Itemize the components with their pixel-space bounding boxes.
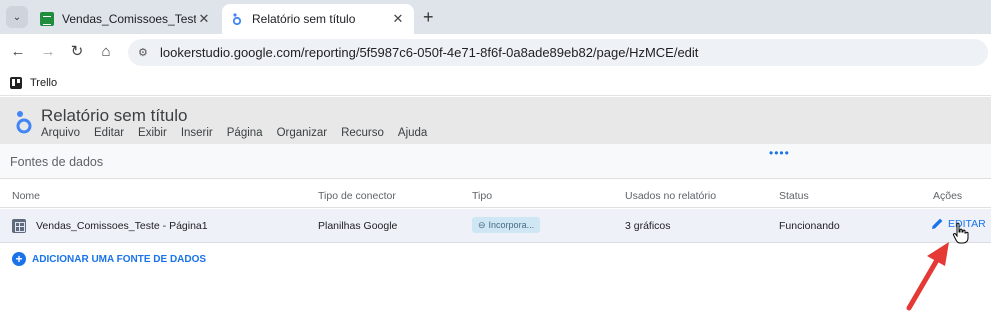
looker-studio-logo-icon[interactable] <box>14 109 32 140</box>
type-chip-label: Incorpora... <box>488 220 535 230</box>
new-tab-icon[interactable]: + <box>423 7 434 28</box>
home-icon[interactable]: ⌂ <box>96 42 116 62</box>
forward-icon[interactable]: → <box>38 42 58 62</box>
menu-exibir[interactable]: Exibir <box>138 127 167 139</box>
menu-inserir[interactable]: Inserir <box>181 127 213 139</box>
menu-pagina[interactable]: Página <box>227 127 263 139</box>
close-icon[interactable]: ✕ <box>196 11 212 27</box>
data-sources-panel-header: •••• Fontes de dados <box>0 144 991 179</box>
column-header-status: Status <box>779 190 809 202</box>
panel-title: Fontes de dados <box>10 155 104 169</box>
close-icon[interactable]: ✕ <box>390 11 406 27</box>
reload-icon[interactable]: ↻ <box>67 42 87 62</box>
add-data-source-label: ADICIONAR UMA FONTE DE DADOS <box>32 253 207 265</box>
drag-handle-icon[interactable]: •••• <box>769 146 790 160</box>
pencil-icon <box>932 218 943 229</box>
bookmark-trello[interactable]: Trello <box>30 77 57 89</box>
menu-recurso[interactable]: Recurso <box>341 127 384 139</box>
add-data-source-button[interactable]: + ADICIONAR UMA FONTE DE DADOS <box>12 252 206 266</box>
menu-ajuda[interactable]: Ajuda <box>398 127 427 139</box>
type-chip: ⊖ Incorpora... <box>472 217 541 233</box>
menu-organizar[interactable]: Organizar <box>277 127 328 139</box>
menu-bar: Arquivo Editar Exibir Inserir Página Org… <box>41 127 441 139</box>
used-in-report: 3 gráficos <box>625 220 671 232</box>
looker-studio-icon <box>230 12 244 26</box>
data-source-name: Vendas_Comissoes_Teste - Página1 <box>36 220 208 232</box>
menu-arquivo[interactable]: Arquivo <box>41 127 80 139</box>
connector-type: Planilhas Google <box>318 220 398 232</box>
column-header-actions: Ações <box>933 190 963 202</box>
app-header: Relatório sem título Arquivo Editar Exib… <box>0 97 991 144</box>
tab-title: Vendas_Comissoes_Teste - Plani <box>62 12 196 26</box>
tab-sheets[interactable]: Vendas_Comissoes_Teste - Plani ✕ <box>32 4 220 34</box>
site-info-icon[interactable]: ⚙ <box>138 46 152 60</box>
menu-editar[interactable]: Editar <box>94 127 124 139</box>
table-row[interactable]: Vendas_Comissoes_Teste - Página1 Planilh… <box>0 209 991 243</box>
column-header-name: Nome <box>12 190 41 202</box>
tab-title: Relatório sem título <box>252 12 356 26</box>
column-header-type: Tipo <box>472 190 493 202</box>
report-title[interactable]: Relatório sem título <box>41 106 187 126</box>
status-text: Funcionando <box>779 220 840 232</box>
annotation-arrow-icon <box>906 242 949 311</box>
add-circle-icon: + <box>12 252 26 266</box>
sheets-icon <box>40 12 54 26</box>
tab-search-button[interactable]: ⌄ <box>6 6 28 28</box>
address-bar[interactable]: ⚙ lookerstudio.google.com/reporting/5f59… <box>128 39 988 66</box>
table-header: Nome Tipo de conector Tipo Usados no rel… <box>0 186 991 208</box>
url-text: lookerstudio.google.com/reporting/5f5987… <box>160 45 699 60</box>
browser-toolbar: ← → ↻ ⌂ ⚙ lookerstudio.google.com/report… <box>0 34 991 70</box>
link-icon: ⊖ <box>478 220 486 230</box>
tab-looker[interactable]: Relatório sem título ✕ <box>222 4 414 34</box>
trello-icon <box>10 76 22 89</box>
browser-tab-strip: ⌄ Vendas_Comissoes_Teste - Plani ✕ Relat… <box>0 0 991 34</box>
bookmarks-bar: Trello <box>0 70 991 96</box>
table-icon <box>12 219 26 233</box>
back-icon[interactable]: ← <box>8 42 28 62</box>
column-header-connector: Tipo de conector <box>318 190 396 202</box>
column-header-used: Usados no relatório <box>625 190 717 202</box>
